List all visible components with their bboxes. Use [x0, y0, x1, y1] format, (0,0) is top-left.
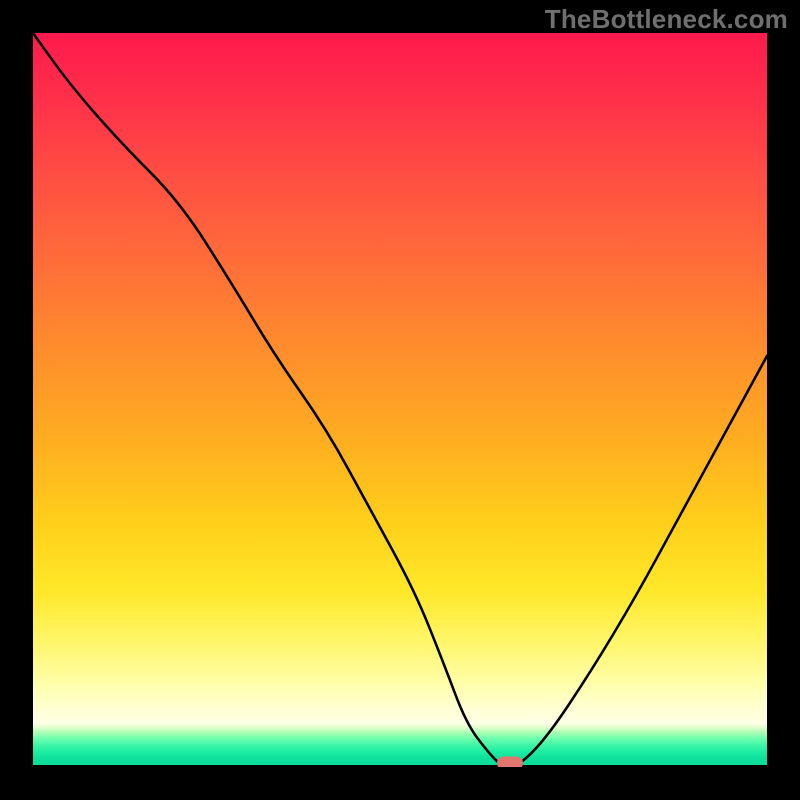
watermark-text: TheBottleneck.com: [545, 4, 788, 35]
chart-stage: TheBottleneck.com: [0, 0, 800, 800]
curve-svg: [33, 33, 767, 767]
plot-area: [33, 33, 767, 767]
optimum-marker: [497, 757, 523, 767]
bottleneck-curve-path: [33, 33, 767, 767]
